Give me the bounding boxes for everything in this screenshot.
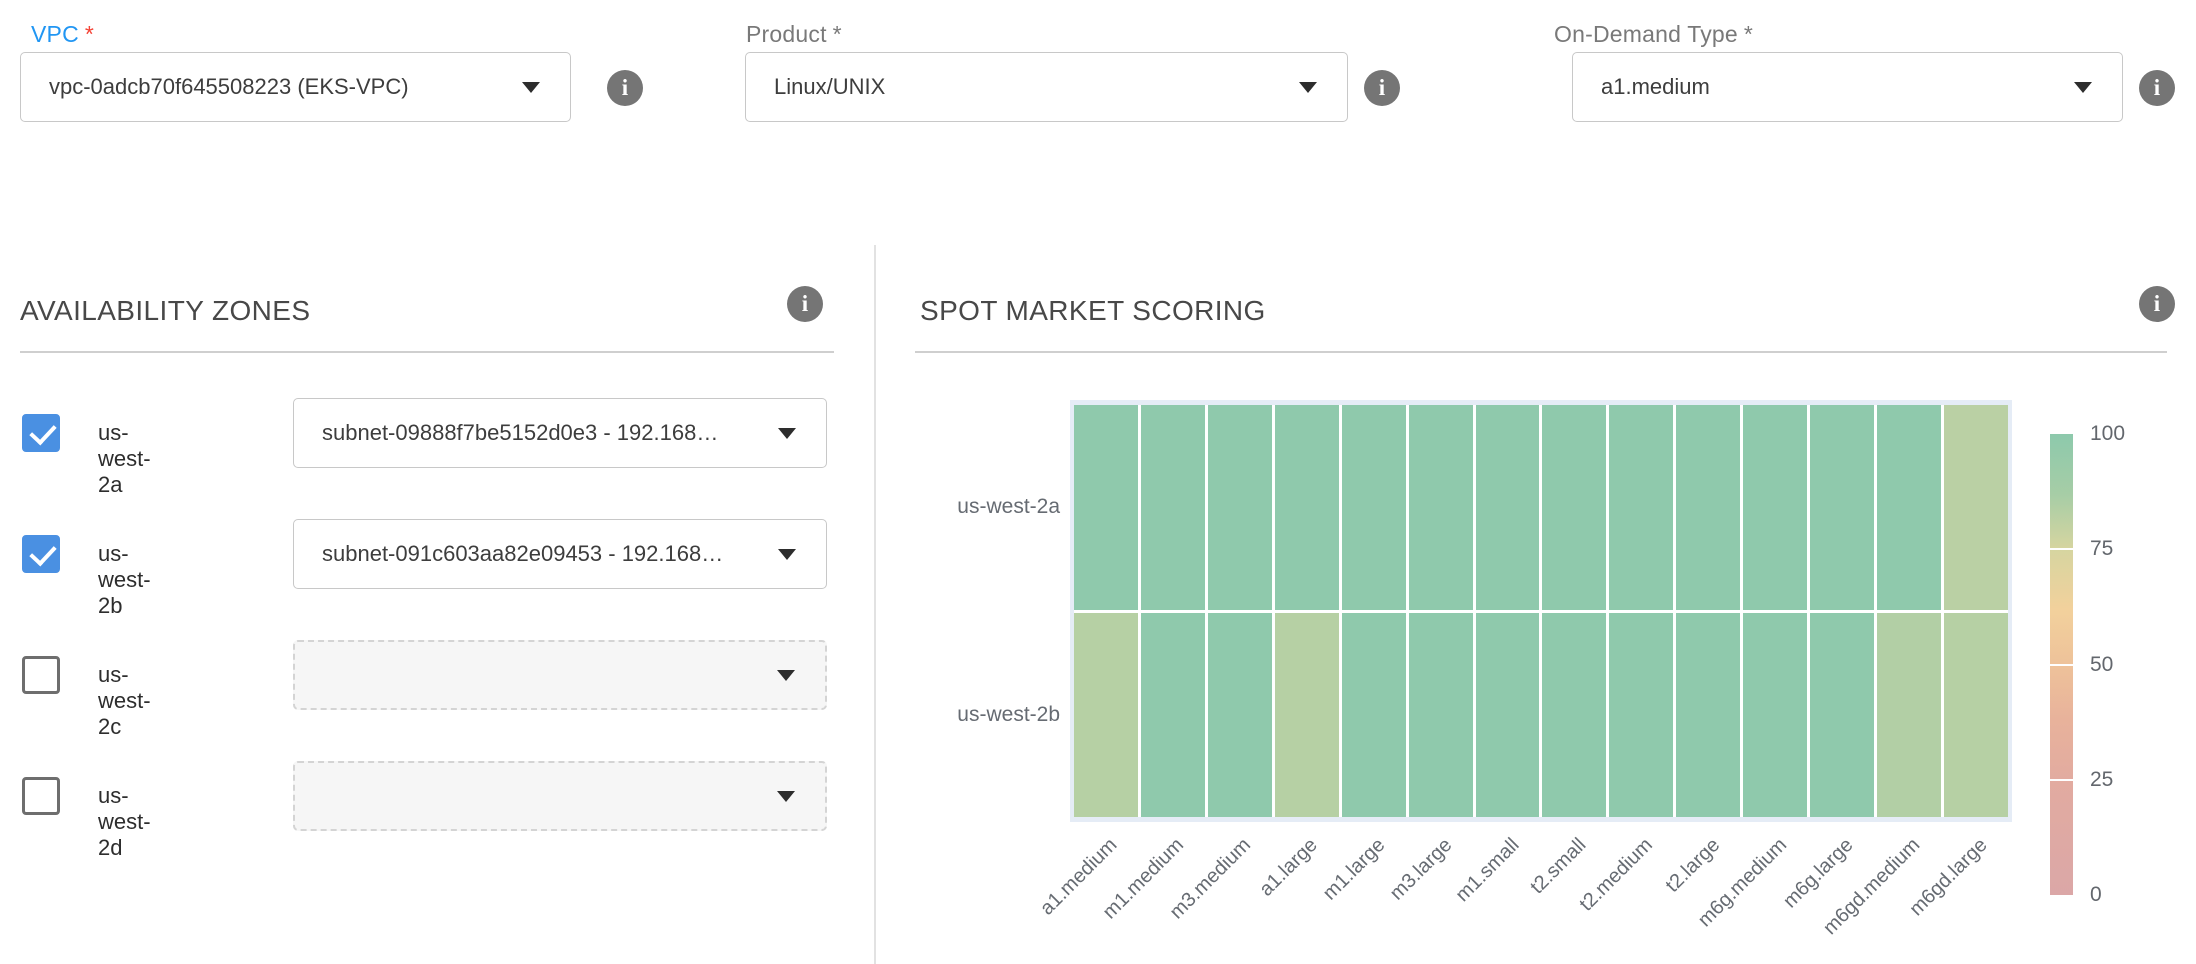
heatmap-col-label-m1.small: m1.small bbox=[1451, 834, 1524, 907]
product-select[interactable]: Linux/UNIX bbox=[745, 52, 1348, 122]
subnet-select-us-west-2d[interactable] bbox=[293, 761, 827, 831]
zone-label: us-west-2a bbox=[98, 420, 151, 498]
spot-market-scoring-title: SPOT MARKET SCORING bbox=[920, 295, 1266, 327]
heatmap bbox=[1070, 400, 2012, 822]
heatmap-cell-us-west-2b-m6g.large[interactable] bbox=[1810, 613, 1874, 818]
heatmap-col-label-m1.large: m1.large bbox=[1319, 834, 1390, 905]
chevron-down-icon bbox=[777, 670, 795, 681]
colorbar-tick-label: 75 bbox=[2090, 537, 2113, 561]
colorbar-tick bbox=[2050, 548, 2073, 550]
on-demand-type-select-value: a1.medium bbox=[1601, 74, 1710, 100]
spot-market-scoring-divider bbox=[915, 351, 2167, 353]
heatmap-cell-us-west-2a-t2.small[interactable] bbox=[1542, 405, 1606, 610]
zone-checkbox-us-west-2a[interactable] bbox=[22, 414, 60, 452]
availability-zones-divider bbox=[20, 351, 834, 353]
chevron-down-icon bbox=[2074, 82, 2092, 93]
heatmap-cell-us-west-2b-m1.medium[interactable] bbox=[1141, 613, 1205, 818]
heatmap-cell-us-west-2b-t2.large[interactable] bbox=[1676, 613, 1740, 818]
heatmap-cell-us-west-2a-a1.medium[interactable] bbox=[1074, 405, 1138, 610]
chevron-down-icon bbox=[778, 549, 796, 560]
vpc-label: VPC* bbox=[31, 21, 94, 48]
zone-label: us-west-2c bbox=[98, 662, 151, 740]
heatmap-cell-us-west-2a-m1.small[interactable] bbox=[1476, 405, 1540, 610]
colorbar-tick-label: 100 bbox=[2090, 422, 2125, 446]
heatmap-cell-us-west-2b-m6g.medium[interactable] bbox=[1743, 613, 1807, 818]
chevron-down-icon bbox=[522, 82, 540, 93]
colorbar-tick bbox=[2050, 664, 2073, 666]
chevron-down-icon bbox=[1299, 82, 1317, 93]
zone-checkbox-us-west-2d[interactable] bbox=[22, 777, 60, 815]
heatmap-cell-us-west-2b-m6gd.medium[interactable] bbox=[1877, 613, 1941, 818]
heatmap-cell-us-west-2b-t2.small[interactable] bbox=[1542, 613, 1606, 818]
zone-checkbox-us-west-2c[interactable] bbox=[22, 656, 60, 694]
on-demand-type-label: On-Demand Type* bbox=[1554, 21, 1753, 48]
heatmap-cell-us-west-2b-m1.small[interactable] bbox=[1476, 613, 1540, 818]
heatmap-cell-us-west-2a-m6g.medium[interactable] bbox=[1743, 405, 1807, 610]
heatmap-cell-us-west-2a-m3.medium[interactable] bbox=[1208, 405, 1272, 610]
heatmap-cell-us-west-2a-m6gd.medium[interactable] bbox=[1877, 405, 1941, 610]
heatmap-cell-us-west-2a-m1.large[interactable] bbox=[1342, 405, 1406, 610]
zone-checkbox-us-west-2b[interactable] bbox=[22, 535, 60, 573]
vpc-required-mark: * bbox=[85, 21, 94, 47]
heatmap-cell-us-west-2b-m3.medium[interactable] bbox=[1208, 613, 1272, 818]
heatmap-cell-us-west-2b-m1.large[interactable] bbox=[1342, 613, 1406, 818]
panel-divider bbox=[874, 245, 876, 964]
heatmap-col-label-t2.small: t2.small bbox=[1526, 834, 1591, 899]
on-demand-type-info-icon[interactable]: i bbox=[2139, 70, 2175, 106]
heatmap-row-label-us-west-2a: us-west-2a bbox=[957, 495, 1060, 519]
on-demand-type-required-mark: * bbox=[1744, 21, 1753, 47]
availability-zones-title: AVAILABILITY ZONES bbox=[20, 295, 310, 327]
heatmap-cell-us-west-2b-t2.medium[interactable] bbox=[1609, 613, 1673, 818]
heatmap-col-label-t2.large: t2.large bbox=[1661, 834, 1724, 897]
heatmap-cell-us-west-2a-a1.large[interactable] bbox=[1275, 405, 1339, 610]
zone-label: us-west-2b bbox=[98, 541, 151, 619]
product-required-mark: * bbox=[833, 21, 842, 47]
colorbar-tick-label: 0 bbox=[2090, 883, 2102, 907]
subnet-select-us-west-2c[interactable] bbox=[293, 640, 827, 710]
colorbar-tick bbox=[2050, 779, 2073, 781]
heatmap-cell-us-west-2b-m3.large[interactable] bbox=[1409, 613, 1473, 818]
vpc-info-icon[interactable]: i bbox=[607, 70, 643, 106]
heatmap-cell-us-west-2b-m6gd.large[interactable] bbox=[1944, 613, 2008, 818]
colorbar-tick-label: 50 bbox=[2090, 653, 2113, 677]
colorbar-tick-label: 25 bbox=[2090, 768, 2113, 792]
subnet-select-us-west-2b[interactable]: subnet-091c603aa82e09453 - 192.168… bbox=[293, 519, 827, 589]
heatmap-cell-us-west-2b-a1.large[interactable] bbox=[1275, 613, 1339, 818]
heatmap-col-label-a1.large: a1.large bbox=[1256, 834, 1323, 901]
heatmap-cell-us-west-2a-t2.medium[interactable] bbox=[1609, 405, 1673, 610]
heatmap-cell-us-west-2b-a1.medium[interactable] bbox=[1074, 613, 1138, 818]
availability-zones-info-icon[interactable]: i bbox=[787, 286, 823, 322]
vpc-select[interactable]: vpc-0adcb70f645508223 (EKS-VPC) bbox=[20, 52, 571, 122]
colorbar bbox=[2050, 434, 2073, 895]
product-select-value: Linux/UNIX bbox=[774, 74, 885, 100]
heatmap-cell-us-west-2a-m6gd.large[interactable] bbox=[1944, 405, 2008, 610]
product-info-icon[interactable]: i bbox=[1364, 70, 1400, 106]
subnet-select-value: subnet-091c603aa82e09453 - 192.168… bbox=[322, 541, 723, 567]
chevron-down-icon bbox=[778, 428, 796, 439]
on-demand-type-select[interactable]: a1.medium bbox=[1572, 52, 2123, 122]
heatmap-cell-us-west-2a-m1.medium[interactable] bbox=[1141, 405, 1205, 610]
subnet-select-us-west-2a[interactable]: subnet-09888f7be5152d0e3 - 192.168… bbox=[293, 398, 827, 468]
heatmap-cell-us-west-2a-m6g.large[interactable] bbox=[1810, 405, 1874, 610]
heatmap-cell-us-west-2a-t2.large[interactable] bbox=[1676, 405, 1740, 610]
heatmap-cell-us-west-2a-m3.large[interactable] bbox=[1409, 405, 1473, 610]
spot-market-scoring-info-icon[interactable]: i bbox=[2139, 286, 2175, 322]
heatmap-row-label-us-west-2b: us-west-2b bbox=[957, 703, 1060, 727]
product-label: Product* bbox=[746, 21, 842, 48]
subnet-select-value: subnet-09888f7be5152d0e3 - 192.168… bbox=[322, 420, 718, 446]
zone-label: us-west-2d bbox=[98, 783, 151, 861]
heatmap-grid bbox=[1074, 405, 2008, 817]
vpc-select-value: vpc-0adcb70f645508223 (EKS-VPC) bbox=[49, 74, 409, 100]
heatmap-col-label-m3.large: m3.large bbox=[1386, 834, 1457, 905]
chevron-down-icon bbox=[777, 791, 795, 802]
